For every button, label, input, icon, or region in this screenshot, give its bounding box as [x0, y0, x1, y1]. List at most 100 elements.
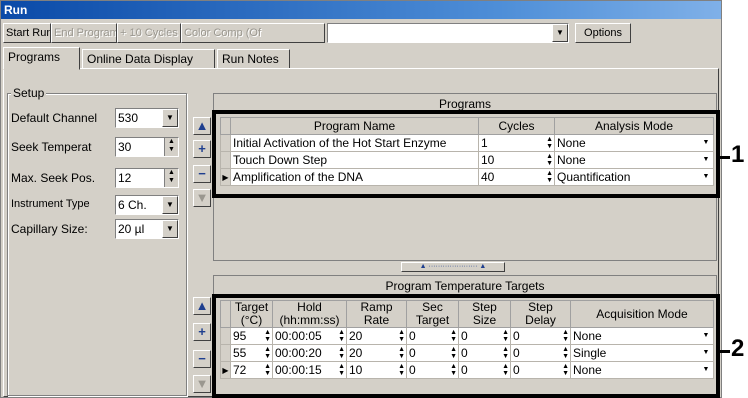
- target-stepper[interactable]: 55 ▲ ▼: [230, 344, 273, 362]
- chevron-down-icon[interactable]: ▼: [700, 170, 712, 184]
- spin-updown-icon[interactable]: ▲ ▼: [164, 169, 178, 187]
- move-up-target-button[interactable]: ▲: [193, 297, 211, 315]
- target-stepper[interactable]: 95 ▲ ▼: [230, 327, 273, 345]
- column-header-step-delay[interactable]: Step Delay: [510, 300, 571, 328]
- cycles-stepper[interactable]: 40 ▲ ▼: [478, 168, 555, 186]
- chevron-down-icon[interactable]: ▼: [700, 153, 712, 167]
- options-button[interactable]: Options: [575, 23, 631, 43]
- table-row[interactable]: ▶ Amplification of the DNA 40 ▲ ▼ Quantifi…: [220, 168, 714, 186]
- chevron-down-icon[interactable]: ▼: [162, 196, 178, 214]
- hold-stepper[interactable]: 00:00:20 ▲ ▼: [272, 344, 347, 362]
- column-header-program-name[interactable]: Program Name: [230, 117, 479, 135]
- tab-run-notes[interactable]: Run Notes: [217, 49, 290, 69]
- tab-programs[interactable]: Programs: [3, 47, 80, 70]
- seek-temperature-stepper[interactable]: 30 ▲ ▼: [115, 137, 179, 157]
- spin-updown-icon[interactable]: ▲ ▼: [264, 346, 271, 360]
- cycles-stepper[interactable]: 10 ▲ ▼: [478, 151, 555, 169]
- chevron-down-icon[interactable]: ▼: [552, 24, 568, 42]
- table-row[interactable]: ▶ 72 ▲ ▼ 00:00:15 ▲ ▼ 10 ▲ ▼ 0 ▲ ▼ 0 ▲ ▼ 0 ▲ ▼ None ▼: [220, 361, 714, 379]
- chevron-down-icon[interactable]: ▼: [162, 109, 178, 127]
- step-delay-stepper[interactable]: 0 ▲ ▼: [510, 327, 571, 345]
- step-delay-stepper[interactable]: 0 ▲ ▼: [510, 344, 571, 362]
- target-stepper[interactable]: 72 ▲ ▼: [230, 361, 273, 379]
- max-seek-pos-stepper[interactable]: 12 ▲ ▼: [115, 168, 179, 188]
- analysis-mode-select[interactable]: None ▼: [554, 151, 714, 169]
- move-down-program-button[interactable]: ▼: [193, 189, 211, 207]
- add-program-button[interactable]: +: [193, 140, 211, 158]
- step-size-stepper[interactable]: 0 ▲ ▼: [458, 344, 511, 362]
- remove-program-button[interactable]: −: [193, 165, 211, 183]
- program-name-cell[interactable]: Amplification of the DNA: [230, 168, 479, 186]
- spin-updown-icon[interactable]: ▲ ▼: [398, 363, 405, 377]
- chevron-down-icon[interactable]: ▼: [700, 346, 712, 360]
- program-name-cell[interactable]: Initial Activation of the Hot Start Enzy…: [230, 134, 479, 152]
- ramp-rate-stepper[interactable]: 20 ▲ ▼: [346, 344, 407, 362]
- table-row[interactable]: 55 ▲ ▼ 00:00:20 ▲ ▼ 20 ▲ ▼ 0 ▲ ▼ 0 ▲ ▼ 0 ▲ ▼ Single ▼: [220, 344, 714, 362]
- cycles-stepper[interactable]: 1 ▲ ▼: [478, 134, 555, 152]
- instrument-type-select[interactable]: 6 Ch. ▼: [115, 195, 179, 215]
- move-up-program-button[interactable]: ▲: [193, 117, 211, 135]
- remove-target-button[interactable]: −: [193, 350, 211, 368]
- chevron-down-icon[interactable]: ▼: [162, 220, 178, 238]
- acquisition-mode-select[interactable]: None ▼: [570, 361, 714, 379]
- spin-updown-icon[interactable]: ▲ ▼: [546, 153, 553, 167]
- add-10-cycles-button[interactable]: + 10 Cycles: [117, 23, 181, 43]
- tab-online-data-display[interactable]: Online Data Display: [82, 49, 215, 69]
- table-row[interactable]: Touch Down Step 10 ▲ ▼ None ▼: [220, 151, 714, 169]
- spin-updown-icon[interactable]: ▲ ▼: [562, 363, 569, 377]
- spin-updown-icon[interactable]: ▲ ▼: [264, 329, 271, 343]
- start-run-button[interactable]: Start Run: [3, 23, 51, 43]
- table-row[interactable]: 95 ▲ ▼ 00:00:05 ▲ ▼ 20 ▲ ▼ 0 ▲ ▼ 0 ▲ ▼ 0 ▲ ▼ None ▼: [220, 327, 714, 345]
- column-header-cycles[interactable]: Cycles: [478, 117, 555, 135]
- step-delay-stepper[interactable]: 0 ▲ ▼: [510, 361, 571, 379]
- analysis-mode-select[interactable]: Quantification ▼: [554, 168, 714, 186]
- move-down-target-button[interactable]: ▼: [193, 375, 211, 393]
- analysis-mode-select[interactable]: None ▼: [554, 134, 714, 152]
- program-name-cell[interactable]: Touch Down Step: [230, 151, 479, 169]
- hold-stepper[interactable]: 00:00:15 ▲ ▼: [272, 361, 347, 379]
- hold-stepper[interactable]: 00:00:05 ▲ ▼: [272, 327, 347, 345]
- add-target-button[interactable]: +: [193, 323, 211, 341]
- column-header-acquisition-mode[interactable]: Acquisition Mode: [570, 300, 714, 328]
- toolbar-combo[interactable]: ▼: [327, 23, 569, 43]
- acquisition-mode-select[interactable]: Single ▼: [570, 344, 714, 362]
- acquisition-mode-select[interactable]: None ▼: [570, 327, 714, 345]
- capillary-size-select[interactable]: 20 µl ▼: [115, 219, 179, 239]
- spin-updown-icon[interactable]: ▲ ▼: [398, 346, 405, 360]
- spin-updown-icon[interactable]: ▲ ▼: [546, 170, 553, 184]
- chevron-down-icon[interactable]: ▼: [700, 363, 712, 377]
- sec-target-stepper[interactable]: 0 ▲ ▼: [406, 327, 459, 345]
- spin-updown-icon[interactable]: ▲ ▼: [502, 363, 509, 377]
- column-header-sec-target[interactable]: Sec Target: [406, 300, 459, 328]
- chevron-down-icon[interactable]: ▼: [700, 136, 712, 150]
- spin-updown-icon[interactable]: ▲ ▼: [338, 329, 345, 343]
- spin-updown-icon[interactable]: ▲ ▼: [562, 346, 569, 360]
- spin-updown-icon[interactable]: ▲ ▼: [502, 346, 509, 360]
- column-header-analysis-mode[interactable]: Analysis Mode: [554, 117, 714, 135]
- column-header-ramp-rate[interactable]: Ramp Rate: [346, 300, 407, 328]
- color-comp-button[interactable]: Color Comp (Of: [181, 23, 325, 43]
- column-header-target[interactable]: Target (°C): [230, 300, 273, 328]
- step-size-stepper[interactable]: 0 ▲ ▼: [458, 361, 511, 379]
- ramp-rate-stepper[interactable]: 20 ▲ ▼: [346, 327, 407, 345]
- spin-updown-icon[interactable]: ▲ ▼: [450, 346, 457, 360]
- spin-updown-icon[interactable]: ▲ ▼: [338, 346, 345, 360]
- spin-updown-icon[interactable]: ▲ ▼: [398, 329, 405, 343]
- splitter-handle[interactable]: ▲ ····················· ▲: [401, 262, 505, 272]
- end-program-button[interactable]: End Program: [51, 23, 117, 43]
- column-header-hold[interactable]: Hold (hh:mm:ss): [272, 300, 347, 328]
- table-row[interactable]: Initial Activation of the Hot Start Enzy…: [220, 134, 714, 152]
- spin-updown-icon[interactable]: ▲ ▼: [546, 136, 553, 150]
- sec-target-stepper[interactable]: 0 ▲ ▼: [406, 344, 459, 362]
- spin-updown-icon[interactable]: ▲ ▼: [502, 329, 509, 343]
- spin-updown-icon[interactable]: ▲ ▼: [338, 363, 345, 377]
- ramp-rate-stepper[interactable]: 10 ▲ ▼: [346, 361, 407, 379]
- default-channel-select[interactable]: 530 ▼: [115, 108, 179, 128]
- step-size-stepper[interactable]: 0 ▲ ▼: [458, 327, 511, 345]
- spin-updown-icon[interactable]: ▲ ▼: [450, 363, 457, 377]
- column-header-step-size[interactable]: Step Size: [458, 300, 511, 328]
- spin-updown-icon[interactable]: ▲ ▼: [164, 138, 178, 156]
- sec-target-stepper[interactable]: 0 ▲ ▼: [406, 361, 459, 379]
- chevron-down-icon[interactable]: ▼: [700, 329, 712, 343]
- spin-updown-icon[interactable]: ▲ ▼: [450, 329, 457, 343]
